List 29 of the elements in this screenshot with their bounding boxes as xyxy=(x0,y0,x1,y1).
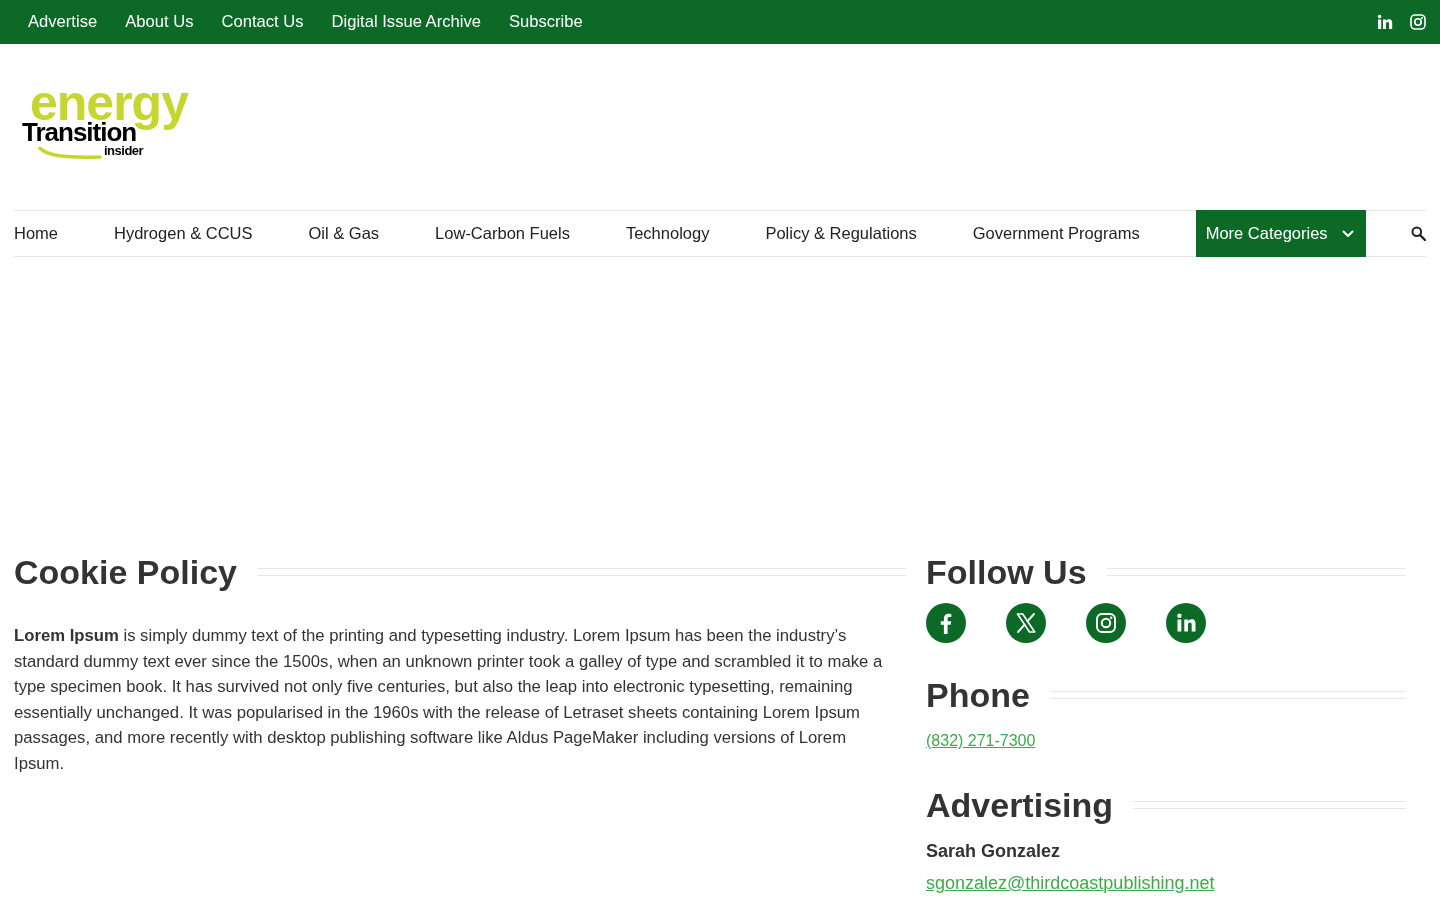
top-nav-link[interactable]: Digital Issue Archive xyxy=(331,12,481,32)
facebook-icon[interactable] xyxy=(926,603,966,643)
nav-link[interactable]: Policy & Regulations xyxy=(765,211,917,256)
logo-text: insider xyxy=(104,144,144,158)
logo-swoosh-icon xyxy=(38,147,102,159)
top-nav-link[interactable]: Subscribe xyxy=(508,12,583,32)
top-nav-link[interactable]: About Us xyxy=(125,12,194,32)
top-nav-link[interactable]: Contact Us xyxy=(221,12,304,32)
instagram-icon[interactable] xyxy=(1410,14,1426,30)
section-heading: Follow Us xyxy=(926,552,1087,592)
nav-link[interactable]: Hydrogen & CCUS xyxy=(114,211,253,256)
linkedin-icon[interactable] xyxy=(1377,14,1393,30)
linkedin-icon[interactable] xyxy=(1166,603,1206,643)
instagram-icon[interactable] xyxy=(1086,603,1126,643)
body-paragraph: Lorem Ipsum is simply dummy text of the printing and typesetting industry. Lorem Ipsum has been the industry’s standard dummy text ever since the 1500s, when an unknown printer took a galley of type and scrambled it to make a type specimen book. It has survived not only five centuries, but also the leap into electronic typesetting, remaining essentially unchanged. It was popularised in the 1960s with the release of Letraset sheets containing Lorem Ipsum passages, and more recently with desktop publishing software like Aldus PageMaker including versions of Lorem Ipsum. xyxy=(14,625,884,775)
chevron-down-icon xyxy=(1341,229,1354,238)
x-logo-icon[interactable] xyxy=(1006,603,1046,643)
top-nav-link[interactable]: Advertise xyxy=(28,12,98,32)
nav-link[interactable]: Oil & Gas xyxy=(308,211,380,256)
nav-link[interactable]: Low-Carbon Fuels xyxy=(435,211,570,256)
more-categories-dropdown[interactable]: More Categories xyxy=(1195,210,1366,257)
nav-link[interactable]: Technology xyxy=(625,211,710,256)
section-heading: Cookie Policy xyxy=(14,552,237,592)
contact-name: Sarah Gonzalez xyxy=(926,840,1061,863)
nav-link[interactable]: Home xyxy=(14,211,58,256)
section-heading: Advertising xyxy=(926,785,1114,825)
search-icon[interactable] xyxy=(1411,226,1426,241)
nav-link[interactable]: Government Programs xyxy=(972,211,1140,256)
section-heading: Phone xyxy=(926,675,1030,715)
